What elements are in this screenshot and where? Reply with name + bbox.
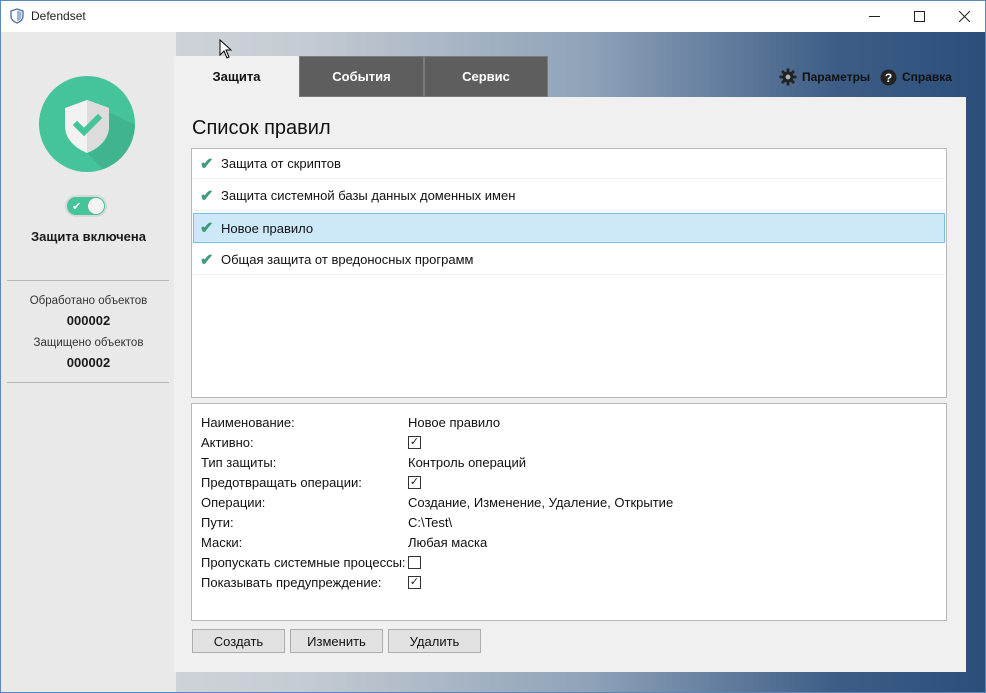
detail-label: Пропускать системные процессы:: [201, 554, 406, 570]
detail-row-paths: Пути: C:\Test\: [201, 512, 941, 532]
protection-status-icon: [39, 76, 135, 172]
protected-objects-label: Защищено объектов: [33, 337, 144, 349]
detail-row-protection-type: Тип защиты: Контроль операций: [201, 452, 941, 472]
detail-value: Создание, Изменение, Удаление, Открытие: [408, 494, 674, 510]
protection-status-label: Защита включена: [31, 229, 146, 244]
prevent-operations-checkbox[interactable]: ✓: [408, 475, 421, 489]
rule-label: Новое правило: [221, 220, 314, 236]
detail-label: Маски:: [201, 534, 243, 550]
processed-objects-label: Обработано объектов: [29, 295, 148, 307]
rule-label: Защита системной базы данных доменных им…: [221, 188, 516, 203]
detail-label: Показывать предупреждение:: [201, 574, 382, 590]
detail-row-masks: Маски: Любая маска: [201, 532, 941, 552]
protection-toggle[interactable]: ✔: [65, 195, 107, 217]
minimize-icon: [868, 16, 880, 17]
minimize-button[interactable]: [851, 1, 897, 32]
create-button[interactable]: Создать: [192, 629, 285, 653]
processed-objects-value: 000002: [66, 313, 111, 328]
detail-row-show-warning: Показывать предупреждение: ✓: [201, 572, 941, 592]
check-icon: ✔: [200, 187, 214, 205]
help-link[interactable]: ? Справка: [879, 68, 952, 86]
check-icon: ✔: [200, 155, 214, 173]
list-item-selected[interactable]: ✔ Новое правило: [193, 213, 945, 243]
rule-details: Наименование: Новое правило Активно: ✓ Т…: [191, 403, 947, 621]
detail-label: Наименование:: [201, 414, 295, 430]
list-item[interactable]: ✔ Защита от скриптов: [193, 149, 945, 179]
detail-label: Активно:: [201, 434, 254, 450]
detail-row-active: Активно: ✓: [201, 432, 941, 452]
detail-label: Операции:: [201, 494, 266, 510]
maximize-icon: [913, 11, 925, 22]
page-title: Список правил: [192, 117, 331, 139]
close-button[interactable]: [941, 1, 985, 32]
title-bar[interactable]: Defendset: [1, 1, 985, 32]
detail-label: Пути:: [201, 514, 234, 530]
tab-service[interactable]: Сервис: [424, 56, 548, 97]
help-link-label: Справка: [902, 70, 952, 84]
detail-label: Тип защиты:: [201, 454, 277, 470]
shield-check-icon: [65, 100, 135, 172]
detail-row-name: Наименование: Новое правило: [201, 412, 941, 432]
protected-objects-value: 000002: [66, 355, 111, 370]
gear-icon: [779, 68, 797, 86]
rule-label: Общая защита от вредоносных программ: [221, 252, 474, 267]
settings-link[interactable]: Параметры: [779, 68, 870, 86]
check-icon: ✔: [200, 220, 214, 237]
tab-events[interactable]: События: [299, 56, 424, 97]
detail-value: Любая маска: [408, 534, 488, 550]
divider: [7, 382, 169, 383]
help-icon: ?: [879, 68, 897, 86]
delete-button[interactable]: Удалить: [388, 629, 481, 653]
detail-row-skip-system: Пропускать системные процессы:: [201, 552, 941, 572]
shield-icon: [10, 8, 24, 24]
detail-value: Контроль операций: [408, 454, 527, 470]
check-icon: ✔: [72, 201, 82, 213]
detail-label: Предотвращать операции:: [201, 474, 362, 490]
toggle-knob: [88, 198, 104, 214]
sidebar: ✔ Защита включена Обработано объектов 00…: [1, 32, 176, 692]
svg-text:?: ?: [884, 70, 891, 84]
maximize-button[interactable]: [896, 1, 942, 32]
show-warning-checkbox[interactable]: ✓: [408, 575, 421, 589]
list-item[interactable]: ✔ Защита системной базы данных доменных …: [193, 181, 945, 211]
skip-system-processes-checkbox[interactable]: [408, 555, 421, 569]
window-title: Defendset: [31, 9, 86, 23]
divider: [7, 280, 169, 281]
check-icon: ✔: [200, 251, 214, 269]
detail-row-prevent: Предотвращать операции: ✓: [201, 472, 941, 492]
close-icon: [958, 11, 970, 22]
list-item[interactable]: ✔ Общая защита от вредоносных программ: [193, 245, 945, 275]
active-checkbox[interactable]: ✓: [408, 435, 421, 449]
rule-label: Защита от скриптов: [221, 156, 341, 171]
protection-panel: Список правил ✔ Защита от скриптов ✔ Защ…: [174, 97, 966, 672]
tab-protection[interactable]: Защита: [174, 56, 299, 97]
detail-value: C:\Test\: [408, 514, 453, 530]
detail-row-operations: Операции: Создание, Изменение, Удаление,…: [201, 492, 941, 512]
edit-button[interactable]: Изменить: [290, 629, 383, 653]
detail-value: Новое правило: [408, 414, 501, 430]
settings-link-label: Параметры: [802, 70, 871, 84]
app-window: Defendset ✔ Защита включена Обработано о…: [0, 0, 986, 693]
rules-list[interactable]: ✔ Защита от скриптов ✔ Защита системной …: [191, 148, 947, 398]
mouse-cursor-icon: [219, 39, 233, 59]
